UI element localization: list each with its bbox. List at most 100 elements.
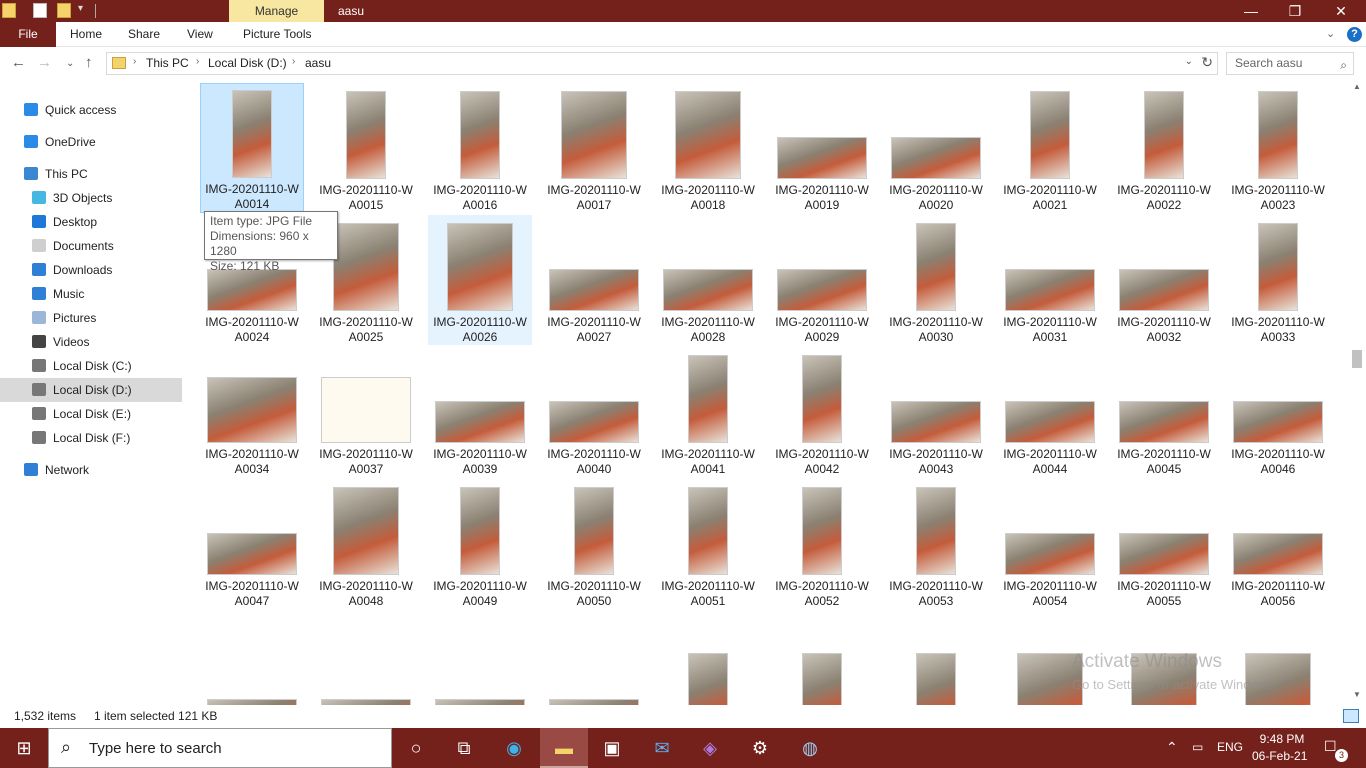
sidebar-item[interactable]: OneDrive <box>0 130 182 154</box>
file-tile[interactable]: IMG-20201110-W A0055 <box>1112 479 1216 609</box>
scroll-up-icon[interactable]: ▲ <box>1353 82 1361 91</box>
file-tile[interactable]: IMG-20201110-W A0033 <box>1226 215 1330 345</box>
sidebar-item[interactable]: 3D Objects <box>0 186 182 210</box>
properties-icon[interactable] <box>33 3 47 18</box>
file-tile[interactable]: IMG-20201110-W A0040 <box>542 347 646 477</box>
file-tile[interactable]: IMG-20201110-W A0050 <box>542 479 646 609</box>
file-tile[interactable]: IMG-20201110-W A0054 <box>998 479 1102 609</box>
file-tile[interactable]: IMG-20201110-W A0031 <box>998 215 1102 345</box>
folder-icon[interactable] <box>2 3 16 18</box>
back-arrow-icon[interactable]: ← <box>11 54 26 71</box>
sidebar-item[interactable]: Quick access <box>0 98 182 122</box>
restore-button[interactable]: ❐ <box>1272 0 1318 22</box>
file-tile[interactable]: IMG-20201110-W A0046 <box>1226 347 1330 477</box>
breadcrumb-aasu[interactable]: aasu <box>305 56 331 70</box>
tab-home[interactable]: Home <box>70 22 102 47</box>
recent-locations-icon[interactable]: ⌄ <box>66 58 74 69</box>
file-tile[interactable] <box>428 611 532 705</box>
language-indicator[interactable]: ENG <box>1217 740 1243 754</box>
file-tile[interactable]: IMG-20201110-W A0043 <box>884 347 988 477</box>
scrollbar-thumb[interactable] <box>1352 350 1362 368</box>
up-arrow-icon[interactable]: ↑ <box>85 54 93 71</box>
settings-gear-icon[interactable]: ⚙ <box>736 728 784 768</box>
file-tile[interactable] <box>770 611 874 705</box>
file-tile[interactable]: IMG-20201110-W A0021 <box>998 83 1102 213</box>
clock-date[interactable]: 06-Feb-21 <box>1252 749 1307 763</box>
sidebar-item[interactable]: Pictures <box>0 306 182 330</box>
close-button[interactable]: ✕ <box>1318 0 1364 22</box>
sidebar-item[interactable]: This PC <box>0 162 182 186</box>
file-tile[interactable] <box>656 611 760 705</box>
refresh-icon[interactable]: ↻ <box>1201 54 1213 71</box>
file-tile[interactable]: IMG-20201110-W A0028 <box>656 215 760 345</box>
task-view-icon[interactable]: ⧉ <box>440 728 488 768</box>
file-tile[interactable]: IMG-20201110-W A0032 <box>1112 215 1216 345</box>
file-tile[interactable]: IMG-20201110-W A0037 <box>314 347 418 477</box>
file-tile[interactable] <box>884 611 988 705</box>
sidebar-item[interactable]: Network <box>0 458 182 482</box>
file-tile[interactable] <box>542 611 646 705</box>
sidebar-item[interactable]: Local Disk (F:) <box>0 426 182 450</box>
file-tile[interactable]: IMG-20201110-W A0014 <box>200 83 304 213</box>
show-hidden-icons-icon[interactable]: ⌃ <box>1166 739 1178 756</box>
new-folder-icon[interactable] <box>57 3 71 18</box>
sidebar-item[interactable]: Downloads <box>0 258 182 282</box>
sidebar-item[interactable]: Desktop <box>0 210 182 234</box>
file-tile[interactable]: IMG-20201110-W A0045 <box>1112 347 1216 477</box>
clock-time[interactable]: 9:48 PM <box>1258 732 1306 746</box>
file-tile[interactable]: IMG-20201110-W A0019 <box>770 83 874 213</box>
search-input[interactable]: Search aasu ⌕ <box>1226 52 1354 75</box>
visual-studio-icon[interactable]: ◈ <box>686 728 734 768</box>
vertical-scrollbar[interactable]: ▲ ▼ <box>1348 80 1366 705</box>
file-tile[interactable]: IMG-20201110-W A0039 <box>428 347 532 477</box>
file-tile[interactable]: IMG-20201110-W A0018 <box>656 83 760 213</box>
help-icon[interactable]: ? <box>1347 27 1362 42</box>
file-tile[interactable]: IMG-20201110-W A0017 <box>542 83 646 213</box>
cortana-icon[interactable]: ○ <box>392 728 440 768</box>
edge-icon[interactable]: ◉ <box>490 728 538 768</box>
file-tile[interactable] <box>314 611 418 705</box>
file-tile[interactable]: IMG-20201110-W A0052 <box>770 479 874 609</box>
scroll-down-icon[interactable]: ▼ <box>1353 690 1361 699</box>
forward-arrow-icon[interactable]: → <box>37 54 52 71</box>
file-tile[interactable]: IMG-20201110-W A0015 <box>314 83 418 213</box>
windows-start-icon[interactable]: ⊞ <box>0 728 48 768</box>
file-tile[interactable]: IMG-20201110-W A0034 <box>200 347 304 477</box>
file-tile[interactable]: IMG-20201110-W A0023 <box>1226 83 1330 213</box>
sidebar-item[interactable]: Local Disk (E:) <box>0 402 182 426</box>
expand-ribbon-icon[interactable]: ⌄ <box>1326 22 1335 47</box>
minimize-button[interactable]: — <box>1228 0 1274 22</box>
customize-toolbar-icon[interactable]: ▾ <box>78 3 83 14</box>
details-view-icon[interactable] <box>1322 709 1338 723</box>
file-tile[interactable]: IMG-20201110-W A0026 <box>428 215 532 345</box>
sidebar-item[interactable]: Local Disk (D:) <box>0 378 182 402</box>
breadcrumb-local-disk-d[interactable]: Local Disk (D:) <box>208 56 287 70</box>
file-tile[interactable]: IMG-20201110-W A0047 <box>200 479 304 609</box>
file-tile[interactable]: IMG-20201110-W A0030 <box>884 215 988 345</box>
taskbar-search-box[interactable]: ⌕ Type here to search <box>48 728 392 768</box>
address-dropdown-icon[interactable]: ⌄ <box>1185 56 1193 67</box>
breadcrumb-this-pc[interactable]: This PC <box>146 56 189 70</box>
tab-file[interactable]: File <box>0 22 56 47</box>
file-tile[interactable]: IMG-20201110-W A0027 <box>542 215 646 345</box>
file-tile[interactable]: IMG-20201110-W A0029 <box>770 215 874 345</box>
sidebar-item[interactable]: Documents <box>0 234 182 258</box>
file-explorer-icon[interactable]: ▬ <box>540 728 588 768</box>
file-tile[interactable]: IMG-20201110-W A0042 <box>770 347 874 477</box>
file-tile[interactable]: IMG-20201110-W A0044 <box>998 347 1102 477</box>
globe-icon[interactable]: ◍ <box>786 728 834 768</box>
file-tile[interactable]: IMG-20201110-W A0051 <box>656 479 760 609</box>
file-tile[interactable]: IMG-20201110-W A0056 <box>1226 479 1330 609</box>
file-tile[interactable]: IMG-20201110-W A0041 <box>656 347 760 477</box>
battery-icon[interactable]: ▭ <box>1192 740 1203 754</box>
tab-view[interactable]: View <box>187 22 213 47</box>
file-tile[interactable]: IMG-20201110-W A0053 <box>884 479 988 609</box>
address-bar[interactable]: › This PC › Local Disk (D:) › aasu ⌄ ↻ <box>106 52 1218 75</box>
file-tile[interactable] <box>200 611 304 705</box>
sidebar-item[interactable]: Local Disk (C:) <box>0 354 182 378</box>
sidebar-item[interactable]: Videos <box>0 330 182 354</box>
tab-share[interactable]: Share <box>128 22 160 47</box>
large-icons-view-icon[interactable] <box>1343 709 1359 723</box>
file-tile[interactable]: IMG-20201110-W A0020 <box>884 83 988 213</box>
mail-icon[interactable]: ✉ <box>638 728 686 768</box>
